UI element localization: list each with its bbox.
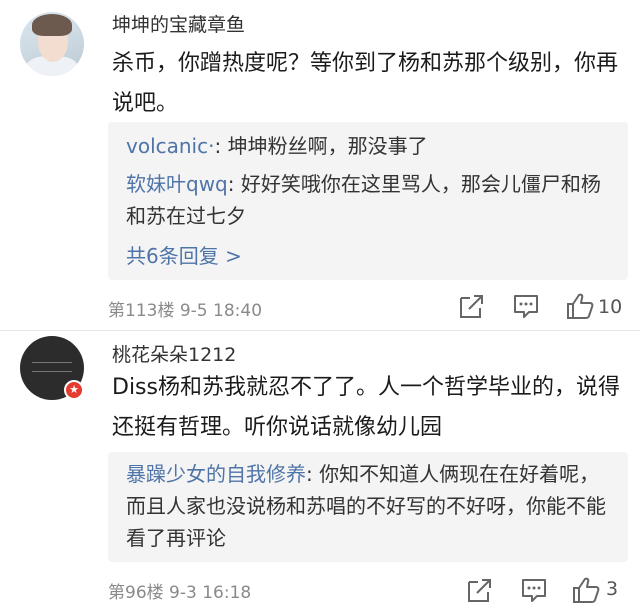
reply-colon: : (227, 172, 241, 196)
comment-icon[interactable] (520, 576, 548, 604)
floor-time: 第96楼 9-3 16:18 (108, 583, 252, 603)
comment-text: 杀币，你蹭热度呢？等你到了杨和苏那个级别，你再说吧。 (112, 51, 619, 116)
reply-colon: : (306, 462, 320, 486)
avatar-shirt-print (32, 362, 72, 372)
reply-username[interactable]: volcanic· (126, 134, 214, 158)
reply: 暴躁少女的自我修养: 你知不知道人俩现在在好着呢，而且人家也没说杨和苏唱的不好写… (126, 458, 616, 554)
avatar[interactable] (20, 12, 84, 76)
comment-text: Diss杨和苏我就忍不了了。人一个哲学毕业的，说得还挺有哲理。听你说话就像幼儿园 (112, 375, 620, 440)
share-icon[interactable] (458, 292, 486, 320)
reply: volcanic·: 坤坤粉丝啊，那没事了 (126, 130, 616, 162)
like-count: 10 (598, 296, 623, 318)
reply-text: 坤坤粉丝啊，那没事了 (227, 134, 428, 158)
reply-username[interactable]: 暴躁少女的自我修养 (126, 462, 306, 486)
comment-item: 坤坤的宝藏章鱼 杀币，你蹭热度呢？等你到了杨和苏那个级别，你再说吧。 volca… (0, 0, 640, 334)
share-icon[interactable] (466, 576, 494, 604)
thumbs-up-icon[interactable] (566, 292, 594, 320)
reply-colon: : (214, 134, 228, 158)
avatar-hair (32, 14, 72, 36)
thumbs-up-icon[interactable] (572, 576, 600, 604)
more-replies-link[interactable]: 共6条回复 > (126, 240, 242, 269)
reply-username[interactable]: 软妹叶qwq (126, 172, 228, 196)
comment-icon[interactable] (512, 292, 540, 320)
reply-box[interactable]: volcanic·: 坤坤粉丝啊，那没事了 软妹叶qwq: 好好笑哦你在这里骂人… (108, 122, 628, 280)
like-count: 3 (606, 578, 619, 600)
avatar-badge: ★ (64, 380, 84, 400)
username[interactable]: 桃花朵朵1212 (112, 340, 236, 367)
floor-time: 第113楼 9-5 18:40 (108, 301, 263, 321)
reply: 软妹叶qwq: 好好笑哦你在这里骂人，那会儿僵尸和杨和苏在过七夕 (126, 168, 616, 232)
username[interactable]: 坤坤的宝藏章鱼 (112, 10, 245, 37)
divider (0, 330, 640, 331)
reply-box[interactable]: 暴躁少女的自我修养: 你知不知道人俩现在在好着呢，而且人家也没说杨和苏唱的不好写… (108, 452, 628, 562)
